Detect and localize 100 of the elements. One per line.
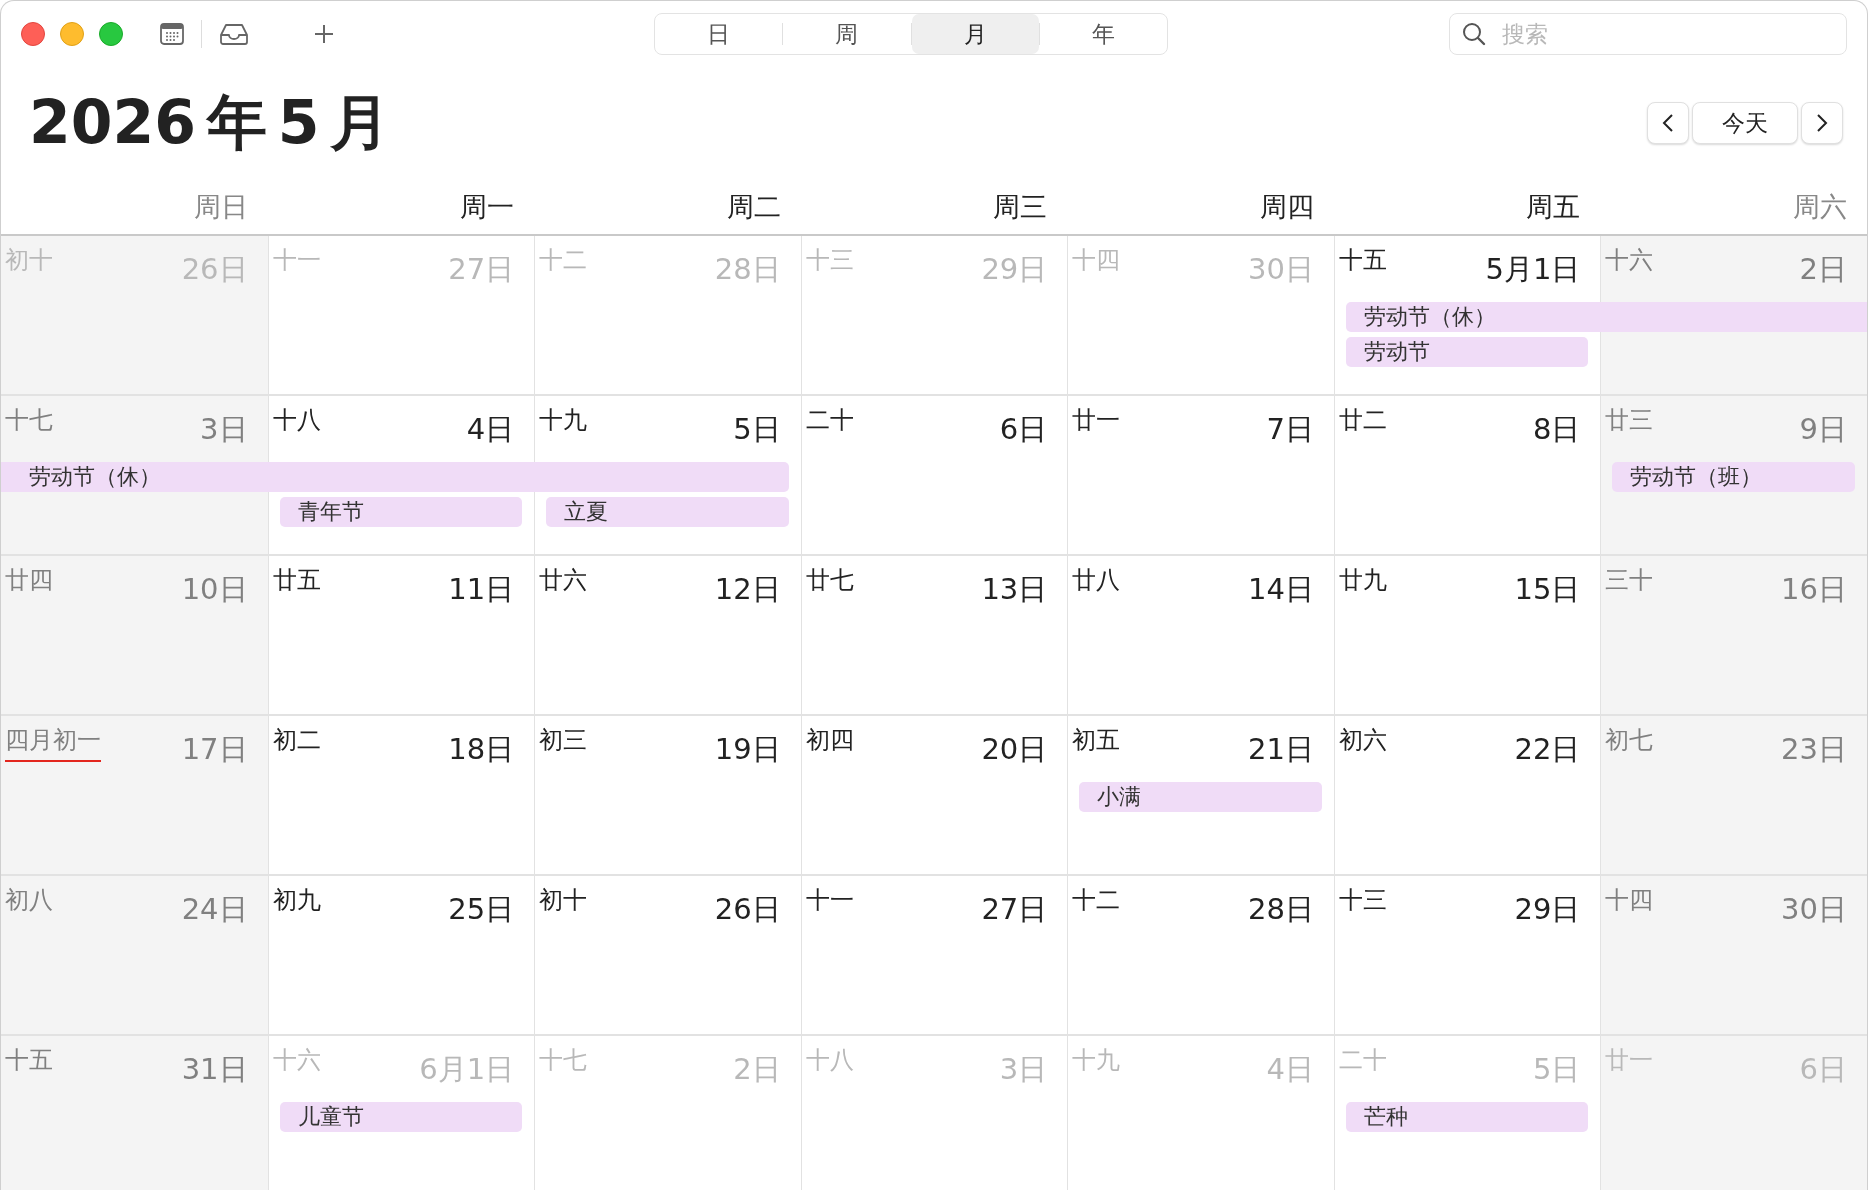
day-number: 18日 bbox=[448, 731, 515, 768]
calendar-icon[interactable] bbox=[159, 21, 185, 47]
lunar-date: 廿三 bbox=[1605, 405, 1654, 436]
day-number: 5月1日 bbox=[1485, 251, 1581, 288]
day-number: 4日 bbox=[1266, 1051, 1314, 1088]
lunar-date: 初五 bbox=[1072, 725, 1121, 756]
lunar-date: 十七 bbox=[5, 405, 53, 436]
lunar-date: 四月初一 bbox=[5, 724, 101, 762]
lunar-date: 三十 bbox=[1605, 565, 1654, 596]
lunar-date: 廿九 bbox=[1338, 565, 1387, 596]
day-number: 8日 bbox=[1532, 411, 1581, 448]
day-number: 2日 bbox=[733, 1051, 781, 1088]
day-number: 29日 bbox=[1514, 891, 1581, 928]
lunar-date: 十五 bbox=[5, 1045, 53, 1076]
lunar-date: 廿七 bbox=[805, 565, 854, 596]
day-number: 11日 bbox=[448, 571, 515, 608]
view-tab[interactable]: 年 bbox=[1039, 14, 1167, 54]
lunar-date: 十九 bbox=[539, 405, 588, 436]
lunar-date: 初八 bbox=[5, 885, 53, 916]
day-number: 3日 bbox=[999, 1051, 1048, 1088]
lunar-date: 初十 bbox=[539, 885, 588, 916]
day-number: 13日 bbox=[981, 571, 1048, 608]
inbox-icon[interactable] bbox=[218, 21, 250, 47]
day-number: 22日 bbox=[1514, 731, 1581, 768]
day-number: 5日 bbox=[733, 411, 781, 448]
lunar-date: 初七 bbox=[1605, 725, 1654, 756]
view-tab[interactable]: 周 bbox=[783, 14, 911, 54]
lunar-date: 十六 bbox=[272, 1045, 321, 1076]
day-number: 17日 bbox=[181, 731, 248, 768]
weekday-label: 周三 bbox=[993, 189, 1048, 224]
weekday-label: 周六 bbox=[1793, 189, 1847, 224]
lunar-date: 初三 bbox=[539, 725, 588, 756]
day-number: 6日 bbox=[1799, 1051, 1847, 1088]
zoom-button[interactable] bbox=[99, 22, 123, 46]
day-number: 26日 bbox=[714, 891, 781, 928]
weekday-label: 周四 bbox=[1259, 189, 1314, 224]
chevron-left-icon bbox=[1661, 112, 1675, 134]
day-number: 19日 bbox=[714, 731, 781, 768]
weekday-label: 周日 bbox=[193, 189, 248, 224]
lunar-date: 初四 bbox=[805, 725, 854, 756]
lunar-date: 廿四 bbox=[5, 565, 53, 596]
event-bar[interactable]: 劳动节（休） bbox=[1345, 302, 1867, 332]
day-number: 14日 bbox=[1247, 571, 1314, 608]
lunar-date: 初九 bbox=[272, 885, 321, 916]
day-number: 5日 bbox=[1532, 1051, 1581, 1088]
day-number: 10日 bbox=[181, 571, 248, 608]
day-number: 9日 bbox=[1799, 411, 1847, 448]
search-field[interactable]: 搜索 bbox=[1449, 13, 1847, 55]
day-number: 28日 bbox=[1247, 891, 1314, 928]
event-bar[interactable]: 劳动节（休） bbox=[1, 462, 789, 492]
previous-button[interactable] bbox=[1647, 102, 1689, 144]
month-title: 2026 年 5 月 bbox=[29, 85, 391, 159]
event-bar[interactable]: 芒种 bbox=[1345, 1102, 1589, 1132]
day-number: 25日 bbox=[448, 891, 515, 928]
lunar-date: 十一 bbox=[805, 885, 854, 916]
day-number: 7日 bbox=[1266, 411, 1314, 448]
lunar-date: 初二 bbox=[272, 725, 321, 756]
day-number: 3日 bbox=[200, 411, 248, 448]
lunar-date: 廿八 bbox=[1072, 565, 1121, 596]
add-icon[interactable] bbox=[312, 22, 336, 46]
lunar-date: 十九 bbox=[1072, 1045, 1121, 1076]
event-bar[interactable]: 小满 bbox=[1079, 782, 1322, 812]
day-number: 6月1日 bbox=[419, 1051, 515, 1088]
lunar-date: 十四 bbox=[1605, 885, 1654, 916]
day-number: 30日 bbox=[1781, 891, 1847, 928]
event-bar[interactable]: 劳动节 bbox=[1345, 337, 1589, 367]
lunar-date: 十七 bbox=[539, 1045, 588, 1076]
lunar-date: 二十 bbox=[805, 405, 854, 436]
event-bar[interactable]: 立夏 bbox=[546, 497, 789, 527]
lunar-date: 十三 bbox=[1338, 885, 1387, 916]
today-button[interactable]: 今天 bbox=[1692, 102, 1798, 144]
lunar-date: 廿六 bbox=[539, 565, 588, 596]
lunar-date: 十二 bbox=[539, 245, 588, 276]
day-number: 27日 bbox=[981, 891, 1048, 928]
lunar-date: 十三 bbox=[805, 245, 854, 276]
view-tab[interactable]: 日 bbox=[655, 14, 783, 54]
lunar-date: 十六 bbox=[1605, 245, 1654, 276]
day-number: 4日 bbox=[466, 411, 515, 448]
day-number: 23日 bbox=[1781, 731, 1847, 768]
weekday-label: 周二 bbox=[726, 189, 781, 224]
day-number: 16日 bbox=[1781, 571, 1847, 608]
day-number: 21日 bbox=[1247, 731, 1314, 768]
next-button[interactable] bbox=[1801, 102, 1843, 144]
day-number: 6日 bbox=[999, 411, 1048, 448]
event-bar[interactable]: 儿童节 bbox=[279, 1102, 523, 1132]
day-number: 31日 bbox=[181, 1051, 248, 1088]
day-number: 2日 bbox=[1799, 251, 1847, 288]
lunar-date: 初十 bbox=[5, 245, 53, 276]
day-number: 15日 bbox=[1514, 571, 1581, 608]
event-bar[interactable]: 劳动节（班） bbox=[1612, 462, 1855, 492]
lunar-date: 十八 bbox=[272, 405, 321, 436]
search-icon bbox=[1461, 21, 1487, 47]
chevron-right-icon bbox=[1815, 112, 1829, 134]
close-button[interactable] bbox=[21, 22, 45, 46]
view-tab[interactable]: 月 bbox=[911, 14, 1039, 54]
weekday-label: 周五 bbox=[1526, 189, 1581, 224]
event-bar[interactable]: 青年节 bbox=[279, 497, 523, 527]
weekday-label: 周一 bbox=[460, 189, 515, 224]
day-number: 28日 bbox=[714, 251, 781, 288]
lunar-date: 十一 bbox=[272, 245, 321, 276]
